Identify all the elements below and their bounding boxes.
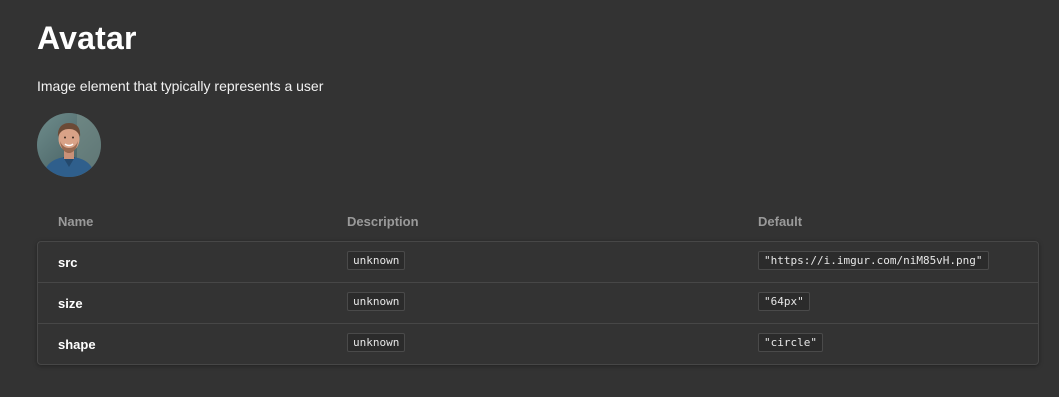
page-title: Avatar <box>37 20 137 56</box>
props-table-header: Name Description Default <box>37 210 1039 234</box>
prop-default: "circle" <box>758 332 823 352</box>
table-row: src unknown "https://i.imgur.com/niM85vH… <box>38 242 1038 282</box>
table-row: shape unknown "circle" <box>38 323 1038 364</box>
header-name: Name <box>58 214 94 229</box>
prop-default: "https://i.imgur.com/niM85vH.png" <box>758 250 989 270</box>
header-default: Default <box>758 214 803 229</box>
prop-name: size <box>58 295 83 311</box>
avatar <box>37 113 101 177</box>
avatar-image <box>37 113 101 177</box>
docs-page: Avatar Image element that typically repr… <box>0 0 1059 397</box>
table-row: size unknown "64px" <box>38 282 1038 323</box>
prop-name: src <box>58 254 78 270</box>
prop-default: "64px" <box>758 291 810 311</box>
page-description: Image element that typically represents … <box>37 78 324 94</box>
header-description: Description <box>347 214 419 229</box>
prop-description: unknown <box>347 250 406 270</box>
prop-description: unknown <box>347 332 406 352</box>
props-table: src unknown "https://i.imgur.com/niM85vH… <box>37 241 1039 365</box>
prop-name: shape <box>58 336 96 352</box>
prop-description: unknown <box>347 291 406 311</box>
